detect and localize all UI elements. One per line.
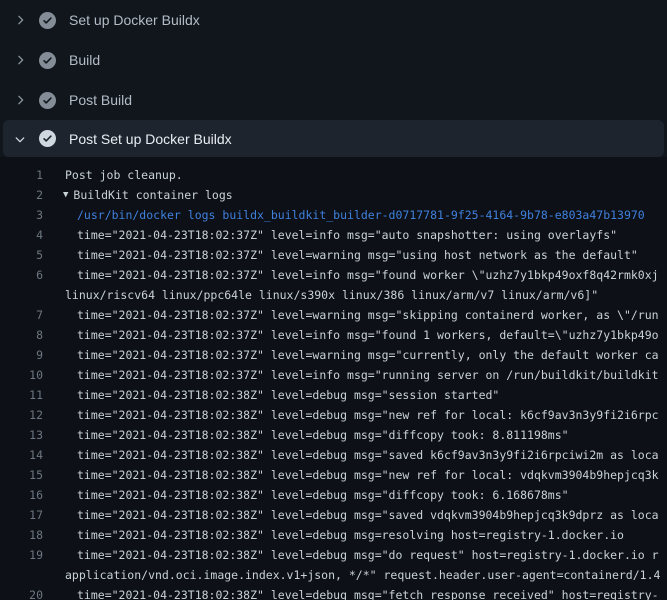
step-row[interactable]: Set up Docker Buildx bbox=[0, 0, 667, 40]
log-line-text: linux/riscv64 linux/ppc64le linux/s390x … bbox=[65, 285, 598, 305]
log-line-number[interactable]: 3 bbox=[0, 205, 43, 225]
log-line-number[interactable]: 18 bbox=[0, 525, 43, 545]
log-line-number[interactable]: 20 bbox=[0, 585, 43, 600]
log-line-number[interactable]: 11 bbox=[0, 385, 43, 405]
log-line-number[interactable]: 16 bbox=[0, 485, 43, 505]
log-line-text: time="2021-04-23T18:02:37Z" level=warnin… bbox=[77, 245, 638, 265]
log-line-text: time="2021-04-23T18:02:38Z" level=debug … bbox=[77, 505, 659, 525]
step-title: Build bbox=[69, 52, 100, 68]
log-line-number[interactable]: 6 bbox=[0, 265, 43, 285]
log-line-text: time="2021-04-23T18:02:38Z" level=debug … bbox=[77, 465, 659, 485]
log-line-text: time="2021-04-23T18:02:38Z" level=debug … bbox=[77, 485, 569, 505]
log-line-number[interactable]: 12 bbox=[0, 405, 43, 425]
step-title: Post Build bbox=[69, 92, 132, 108]
log-line-number[interactable]: 4 bbox=[0, 225, 43, 245]
step-title: Post Set up Docker Buildx bbox=[69, 131, 232, 147]
log-line-text: time="2021-04-23T18:02:37Z" level=info m… bbox=[77, 365, 659, 385]
log-line: 4 time="2021-04-23T18:02:37Z" level=info… bbox=[0, 225, 667, 245]
log-line-number[interactable]: 14 bbox=[0, 445, 43, 465]
chevron-down-icon[interactable] bbox=[13, 132, 27, 146]
log-line: 5 time="2021-04-23T18:02:37Z" level=warn… bbox=[0, 245, 667, 265]
log-line: 15 time="2021-04-23T18:02:38Z" level=deb… bbox=[0, 465, 667, 485]
log-line: 14 time="2021-04-23T18:02:38Z" level=deb… bbox=[0, 445, 667, 465]
log-line-text: time="2021-04-23T18:02:37Z" level=info m… bbox=[77, 265, 659, 285]
check-circle-icon bbox=[39, 52, 56, 69]
check-circle-icon bbox=[39, 130, 56, 147]
log-line[interactable]: 2 ▼ BuildKit container logs bbox=[0, 185, 667, 205]
log-line-number[interactable]: 5 bbox=[0, 245, 43, 265]
log-line: 9 time="2021-04-23T18:02:37Z" level=warn… bbox=[0, 345, 667, 365]
log-line-text: time="2021-04-23T18:02:38Z" level=debug … bbox=[77, 525, 624, 545]
log-line-number[interactable]: 2 bbox=[0, 185, 43, 205]
log-line-text: BuildKit container logs bbox=[73, 185, 232, 205]
step-title: Set up Docker Buildx bbox=[69, 12, 200, 28]
log-line-text: time="2021-04-23T18:02:38Z" level=debug … bbox=[77, 385, 499, 405]
log-line-text: application/vnd.oci.image.index.v1+json,… bbox=[65, 565, 660, 585]
log-line-text: time="2021-04-23T18:02:37Z" level=info m… bbox=[77, 325, 659, 345]
check-circle-icon bbox=[39, 12, 56, 29]
log-line-number[interactable]: 17 bbox=[0, 505, 43, 525]
log-line: 19 time="2021-04-23T18:02:38Z" level=deb… bbox=[0, 545, 667, 565]
log-line-number[interactable]: 1 bbox=[0, 165, 43, 185]
log-line-number[interactable]: 13 bbox=[0, 425, 43, 445]
log-line-text: time="2021-04-23T18:02:37Z" level=warnin… bbox=[77, 305, 659, 325]
actions-log-viewer: Set up Docker Buildx Build Post Build bbox=[0, 0, 667, 600]
log-line-number[interactable]: 15 bbox=[0, 465, 43, 485]
log-line: 20 time="2021-04-23T18:02:38Z" level=deb… bbox=[0, 585, 667, 600]
log-line-number[interactable]: 9 bbox=[0, 345, 43, 365]
log-line: linux/riscv64 linux/ppc64le linux/s390x … bbox=[0, 285, 667, 305]
chevron-right-icon[interactable] bbox=[13, 13, 27, 27]
log-line: 1 Post job cleanup. bbox=[0, 165, 667, 185]
log-line: 8 time="2021-04-23T18:02:37Z" level=info… bbox=[0, 325, 667, 345]
log-line-number[interactable]: 8 bbox=[0, 325, 43, 345]
log-line: 11 time="2021-04-23T18:02:38Z" level=deb… bbox=[0, 385, 667, 405]
log-line: 12 time="2021-04-23T18:02:38Z" level=deb… bbox=[0, 405, 667, 425]
log-line: 16 time="2021-04-23T18:02:38Z" level=deb… bbox=[0, 485, 667, 505]
log-line-text: time="2021-04-23T18:02:38Z" level=debug … bbox=[77, 585, 659, 600]
log-line: 13 time="2021-04-23T18:02:38Z" level=deb… bbox=[0, 425, 667, 445]
chevron-right-icon[interactable] bbox=[13, 53, 27, 67]
log-line-number[interactable]: 19 bbox=[0, 545, 43, 565]
log-line-number[interactable]: 7 bbox=[0, 305, 43, 325]
step-row[interactable]: Post Build bbox=[0, 80, 667, 120]
log-line-text: time="2021-04-23T18:02:37Z" level=info m… bbox=[77, 225, 617, 245]
log-line-text: time="2021-04-23T18:02:38Z" level=debug … bbox=[77, 445, 659, 465]
log-line-text: time="2021-04-23T18:02:38Z" level=debug … bbox=[77, 545, 659, 565]
step-row[interactable]: Build bbox=[0, 40, 667, 80]
log-line-text: time="2021-04-23T18:02:38Z" level=debug … bbox=[77, 425, 569, 445]
log-line-text: time="2021-04-23T18:02:37Z" level=warnin… bbox=[77, 345, 659, 365]
log-line-number[interactable] bbox=[0, 565, 43, 585]
collapse-group-icon[interactable]: ▼ bbox=[63, 185, 68, 205]
log-line-number[interactable]: 10 bbox=[0, 365, 43, 385]
log-line-text: Post job cleanup. bbox=[65, 165, 183, 185]
command-line-text: /usr/bin/docker logs buildx_buildkit_bui… bbox=[77, 205, 645, 225]
step-list: Set up Docker Buildx Build Post Build bbox=[0, 0, 667, 157]
log-line: application/vnd.oci.image.index.v1+json,… bbox=[0, 565, 667, 585]
check-circle-icon bbox=[39, 92, 56, 109]
log-area: 1 Post job cleanup. 2 ▼ BuildKit contain… bbox=[0, 157, 667, 600]
log-line: 7 time="2021-04-23T18:02:37Z" level=warn… bbox=[0, 305, 667, 325]
log-line: 18 time="2021-04-23T18:02:38Z" level=deb… bbox=[0, 525, 667, 545]
log-line: 17 time="2021-04-23T18:02:38Z" level=deb… bbox=[0, 505, 667, 525]
log-line-number[interactable] bbox=[0, 285, 43, 305]
log-line: 10 time="2021-04-23T18:02:37Z" level=inf… bbox=[0, 365, 667, 385]
step-row[interactable]: Post Set up Docker Buildx bbox=[3, 120, 664, 157]
log-line: 3 /usr/bin/docker logs buildx_buildkit_b… bbox=[0, 205, 667, 225]
log-line: 6 time="2021-04-23T18:02:37Z" level=info… bbox=[0, 265, 667, 285]
log-line-text: time="2021-04-23T18:02:38Z" level=debug … bbox=[77, 405, 659, 425]
chevron-right-icon[interactable] bbox=[13, 93, 27, 107]
